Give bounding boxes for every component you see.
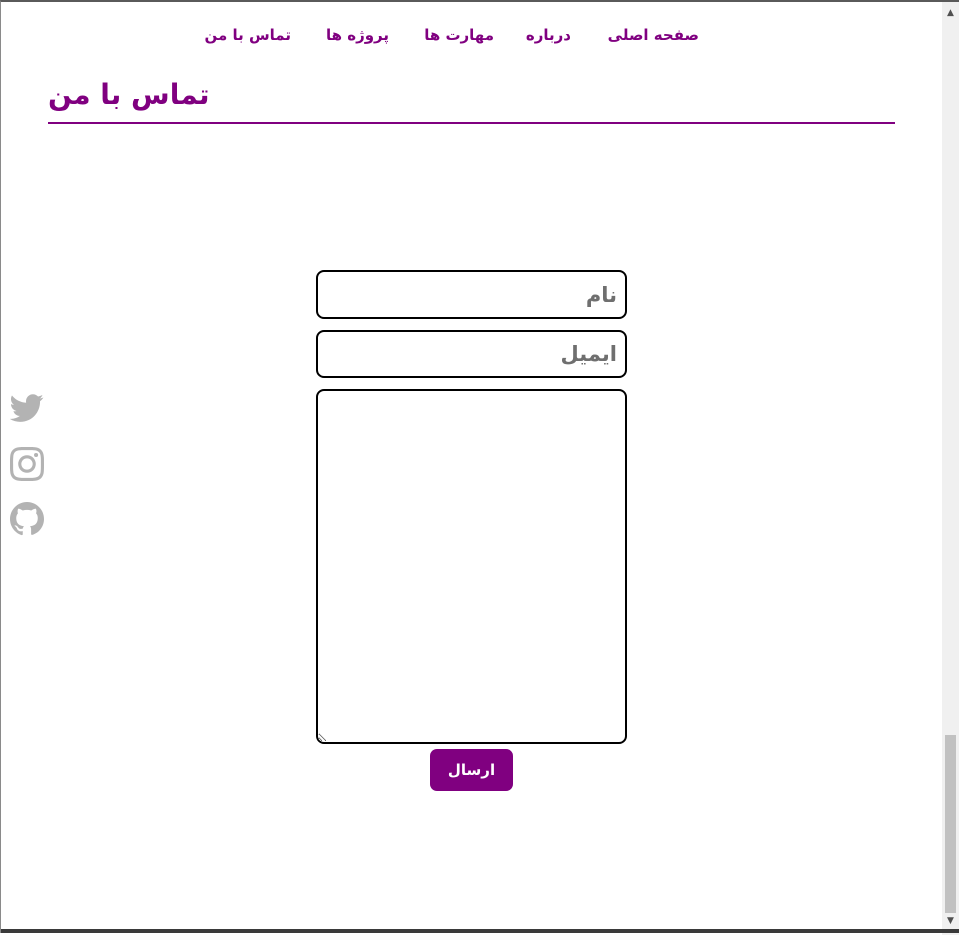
twitter-link[interactable] [9,390,45,426]
title-divider [48,122,895,124]
scroll-up-arrow-icon[interactable]: ▲ [942,4,959,21]
nav-link-contact[interactable]: تماس با من [204,26,291,44]
scroll-down-arrow-icon[interactable]: ▼ [942,912,959,929]
github-link[interactable] [9,501,45,537]
nav-link-about[interactable]: درباره [526,26,571,44]
email-input[interactable] [316,330,627,378]
name-input[interactable] [316,270,627,319]
github-icon [10,502,44,536]
browser-viewport: صفحه اصلی درباره مهارت ها پروژه ها تماس … [0,0,959,935]
instagram-icon [10,447,44,481]
vertical-scrollbar[interactable]: ▲ ▼ [942,2,959,935]
nav-link-projects[interactable]: پروژه ها [326,26,389,44]
page-title: تماس با من [48,78,210,111]
instagram-link[interactable] [9,446,45,482]
nav-link-skills[interactable]: مهارت ها [424,26,494,44]
nav-link-home[interactable]: صفحه اصلی [608,26,699,44]
taskbar-edge [1,929,959,933]
scroll-thumb[interactable] [945,735,956,913]
send-button[interactable]: ارسال [430,749,513,791]
message-textarea[interactable] [316,389,627,744]
main-nav: صفحه اصلی درباره مهارت ها پروژه ها تماس … [191,23,711,47]
twitter-icon [10,394,44,422]
